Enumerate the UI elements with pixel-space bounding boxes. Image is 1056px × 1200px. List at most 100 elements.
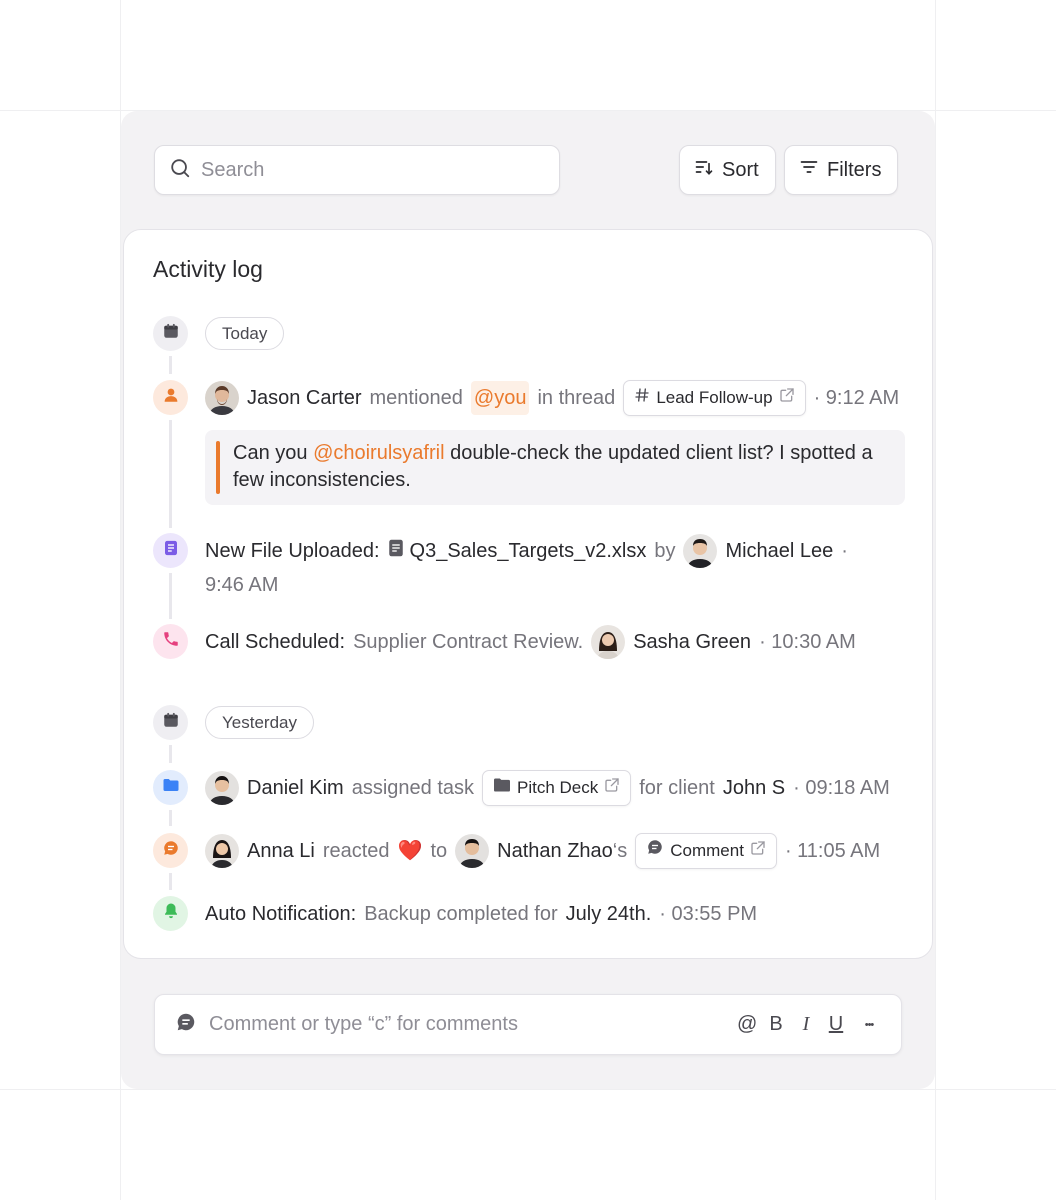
file-node xyxy=(153,533,188,568)
for-client-text: for client xyxy=(639,777,715,799)
user-name[interactable]: Sasha Green xyxy=(633,625,751,659)
timeline-connector xyxy=(169,810,172,826)
quote-mention[interactable]: @choirulsyafril xyxy=(313,442,444,464)
search-icon xyxy=(169,157,191,184)
heart-emoji: ❤️ xyxy=(397,840,423,862)
more-button[interactable]: ••• xyxy=(857,1019,881,1031)
external-link-icon xyxy=(750,834,766,868)
task-name: Pitch Deck xyxy=(517,778,599,797)
calendar-node xyxy=(153,316,188,351)
action-text: assigned task xyxy=(351,777,474,799)
underline-button[interactable]: U xyxy=(827,1013,845,1036)
folder-icon xyxy=(162,776,180,799)
avatar xyxy=(205,381,239,415)
document-icon xyxy=(162,539,180,562)
user-node xyxy=(153,380,188,415)
timeline-connector xyxy=(169,745,172,763)
search-box[interactable] xyxy=(154,145,560,195)
avatar xyxy=(205,834,239,868)
format-toolbar: @ B I U ••• xyxy=(737,1013,881,1036)
guide-line-bottom xyxy=(0,1089,1056,1090)
sort-button[interactable]: Sort xyxy=(679,145,776,195)
bell-icon xyxy=(162,902,180,925)
auto-text: Backup completed for xyxy=(364,903,558,925)
external-link-icon xyxy=(779,381,795,415)
timestamp: · 9:12 AM xyxy=(813,387,900,409)
hash-icon xyxy=(634,381,650,415)
comment-node xyxy=(153,833,188,868)
user-icon xyxy=(162,386,180,409)
user-name[interactable]: Anna Li xyxy=(247,834,315,868)
chat-bubble-icon xyxy=(175,1011,197,1038)
avatar xyxy=(205,771,239,805)
search-input[interactable] xyxy=(201,158,559,182)
activity-row-auto: Auto Notification: Backup completed for … xyxy=(205,897,908,931)
timeline-connector xyxy=(169,420,172,528)
date-pill-yesterday: Yesterday xyxy=(205,706,314,739)
timeline-connector xyxy=(169,573,172,619)
date-pill-today: Today xyxy=(205,317,285,350)
by-text: by xyxy=(654,540,676,562)
action-text: reacted xyxy=(322,840,390,862)
timestamp: · 11:05 AM xyxy=(784,840,881,862)
card-title: Activity log xyxy=(153,256,263,282)
timestamp: · 10:30 AM xyxy=(759,631,856,653)
quote-prefix: Can you xyxy=(233,442,308,464)
file-name[interactable]: Q3_Sales_Targets_v2.xlsx xyxy=(410,534,647,568)
chat-bubble-icon xyxy=(646,834,664,868)
bold-button[interactable]: B xyxy=(767,1013,785,1036)
to-text: to xyxy=(430,840,448,862)
avatar xyxy=(683,534,718,568)
sort-label: Sort xyxy=(722,158,759,181)
activity-row-upload: New File Uploaded: Q3_Sales_Targets_v2.x… xyxy=(205,534,908,602)
user-name[interactable]: Daniel Kim xyxy=(247,771,344,805)
auto-label: Auto Notification: xyxy=(205,903,357,925)
target-user-name[interactable]: Nathan Zhao xyxy=(497,834,613,868)
task-link-chip[interactable]: Pitch Deck xyxy=(482,770,632,806)
calendar-icon xyxy=(162,711,180,734)
file-icon xyxy=(388,534,404,568)
mention-button[interactable]: @ xyxy=(737,1013,757,1036)
activity-panel: Sort Filters Activity log Today xyxy=(121,111,935,1089)
auto-date: July 24th. xyxy=(565,903,652,925)
chat-bubble-icon xyxy=(162,839,180,862)
upload-label: New File Uploaded: xyxy=(205,540,380,562)
calendar-node xyxy=(153,705,188,740)
activity-row-assign: Daniel Kim assigned task Pitch Deck for … xyxy=(205,770,908,806)
user-name[interactable]: Michael Lee xyxy=(725,534,833,568)
timestamp: 9:46 AM xyxy=(205,574,279,596)
action-text: mentioned xyxy=(369,387,463,409)
comment-composer[interactable]: @ B I U ••• xyxy=(154,994,902,1055)
guide-line-right xyxy=(935,0,936,1200)
client-name[interactable]: John S xyxy=(723,771,785,805)
thread-name: Lead Follow-up xyxy=(656,388,773,407)
activity-row-call: Call Scheduled: Supplier Contract Review… xyxy=(205,625,908,659)
call-subject: Supplier Contract Review. xyxy=(353,631,584,653)
filters-button[interactable]: Filters xyxy=(784,145,898,195)
timeline-connector xyxy=(169,873,172,890)
folder-node xyxy=(153,770,188,805)
notification-node xyxy=(153,896,188,931)
comment-link-chip[interactable]: Comment xyxy=(635,833,777,869)
sort-icon xyxy=(694,157,714,183)
comment-input[interactable] xyxy=(209,1013,725,1036)
timeline-connector xyxy=(169,356,172,374)
filter-icon xyxy=(799,157,819,183)
activity-log-card: Activity log Today Jason Carter mentione… xyxy=(123,229,933,959)
thread-link-chip[interactable]: Lead Follow-up xyxy=(623,380,806,416)
activity-row-reaction: Anna Li reacted ❤️ to Nathan Zhao ‘s Comm… xyxy=(205,833,908,869)
calendar-icon xyxy=(162,322,180,345)
avatar xyxy=(455,834,490,868)
in-thread-text: in thread xyxy=(537,387,616,409)
timestamp: · 03:55 PM xyxy=(659,903,758,925)
activity-row-mention: Jason Carter mentioned @you in thread Le… xyxy=(205,380,908,416)
separator-dot: · xyxy=(841,540,848,562)
timestamp: · 09:18 AM xyxy=(793,777,890,799)
possessive-text: ‘s xyxy=(612,840,628,862)
comment-label: Comment xyxy=(670,841,744,860)
phone-icon xyxy=(162,630,180,653)
mention-tag[interactable]: @you xyxy=(470,381,530,415)
call-node xyxy=(153,624,188,659)
italic-button[interactable]: I xyxy=(797,1013,815,1036)
user-name[interactable]: Jason Carter xyxy=(247,381,362,415)
